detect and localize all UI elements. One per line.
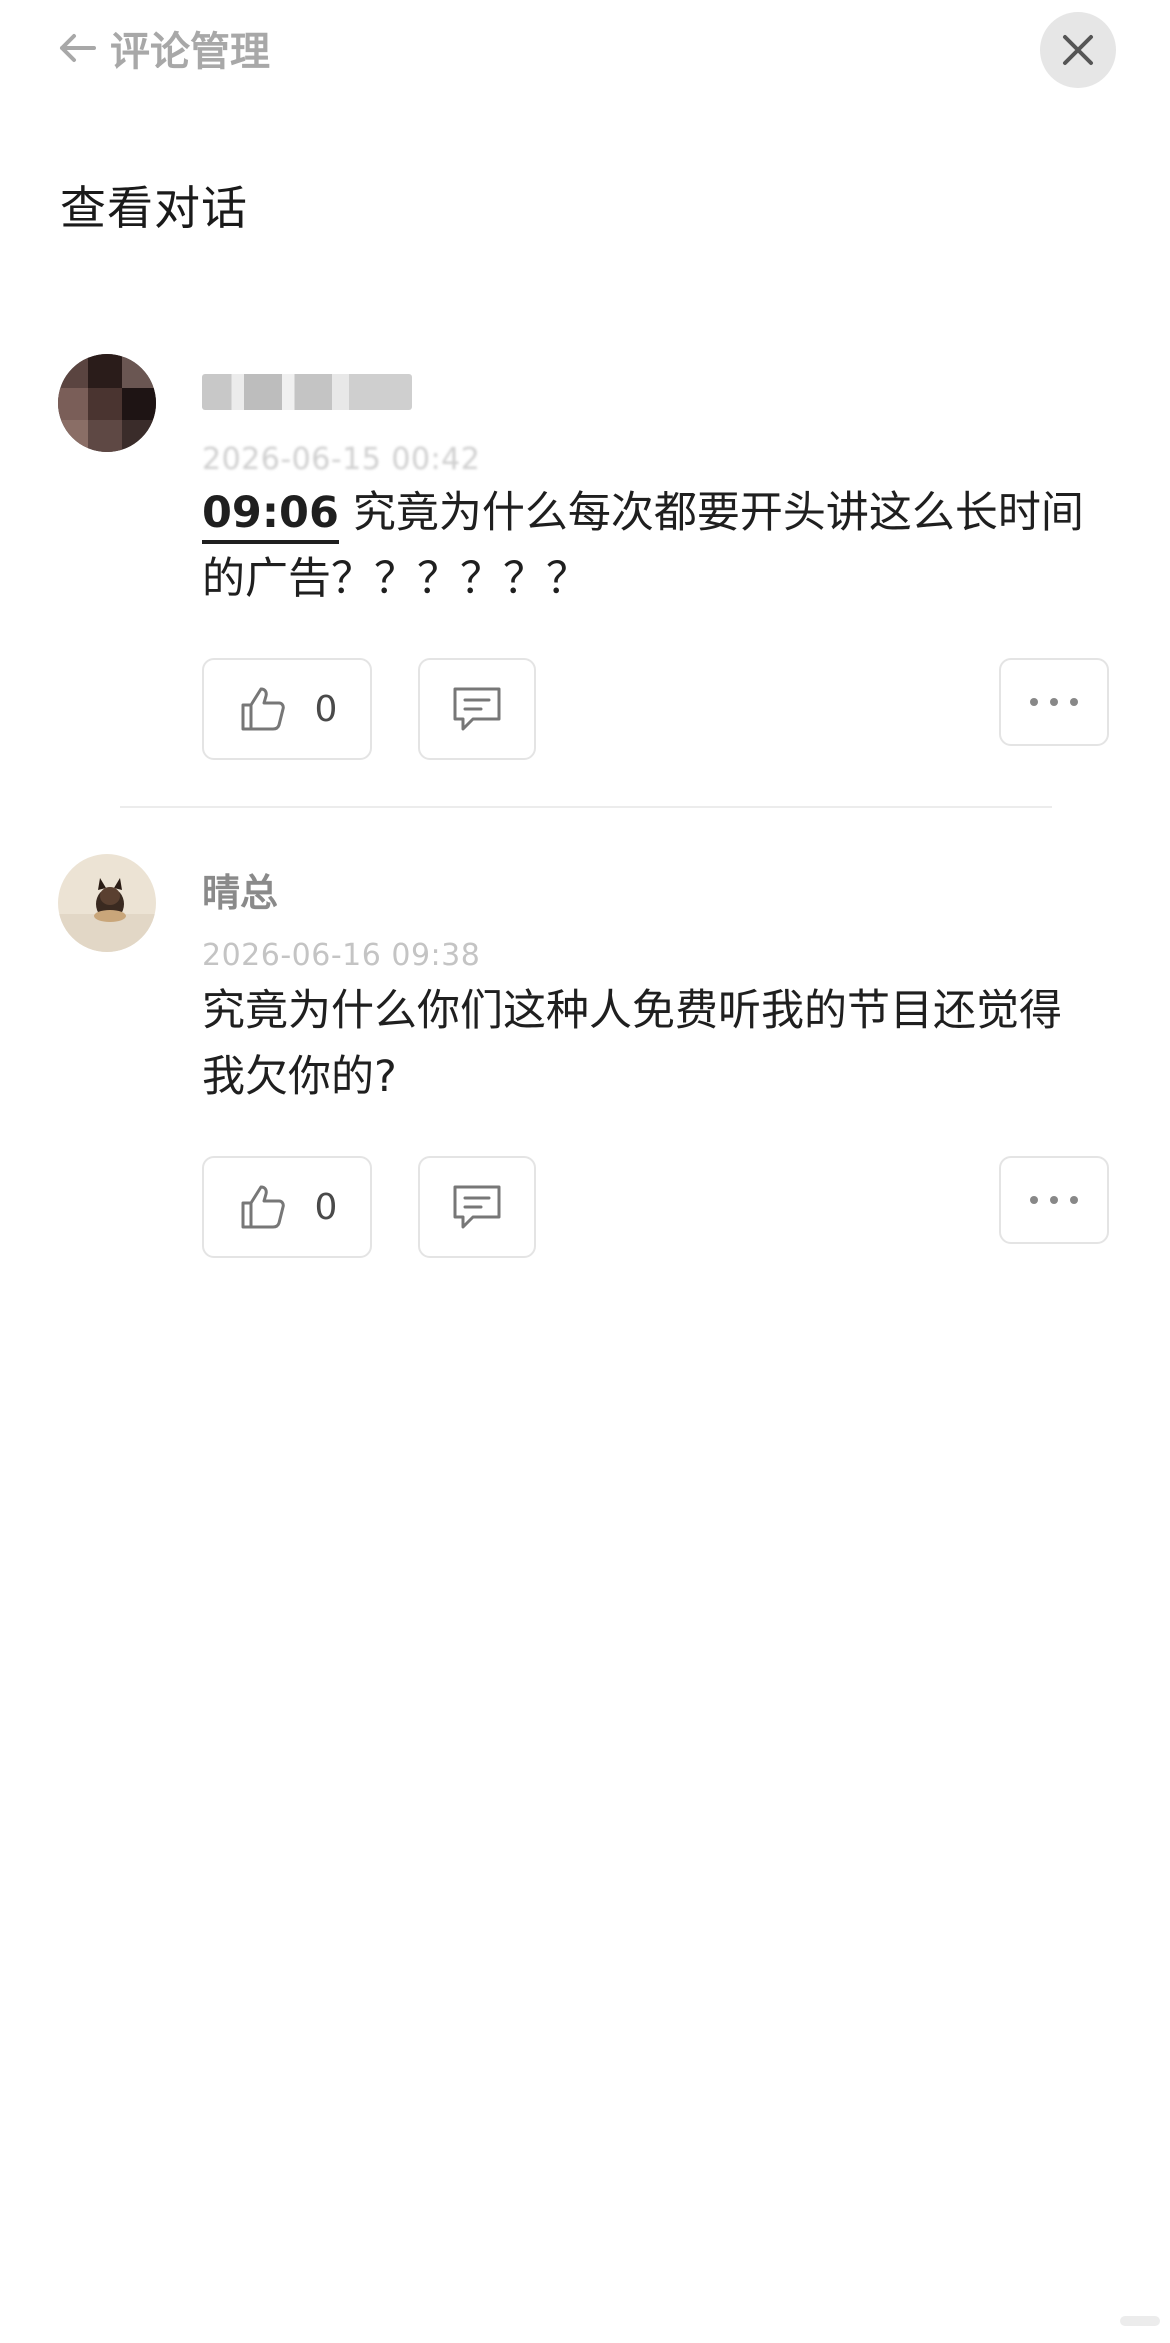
time-link[interactable]: 09:06: [202, 488, 339, 544]
username[interactable]: 晴总: [202, 862, 278, 917]
back-button[interactable]: 评论管理: [58, 18, 270, 78]
close-icon: [1063, 35, 1093, 65]
page-title: 查看对话: [60, 181, 248, 235]
more-icon: [1030, 1196, 1078, 1204]
comment-text: 究竟为什么你们这种人免费听我的节目还觉得我欠你的?: [202, 986, 1062, 1102]
arrow-left-icon: [60, 34, 96, 62]
avatar[interactable]: [58, 354, 156, 452]
thumbs-up-icon: [241, 687, 285, 731]
more-icon: [1030, 698, 1078, 706]
comment-icon: [453, 1185, 501, 1229]
comment-timestamp: 2026-06-16 09:38: [202, 938, 481, 973]
comment-timestamp: 2026-06-15 00:42: [202, 442, 481, 477]
back-label: 评论管理: [110, 29, 270, 75]
username[interactable]: [202, 374, 412, 410]
avatar-image: [58, 354, 156, 452]
like-button[interactable]: 0: [202, 658, 372, 760]
like-count: 0: [314, 1186, 338, 1228]
more-button[interactable]: [999, 658, 1109, 746]
comment-icon: [453, 687, 501, 731]
like-count: 0: [314, 688, 338, 730]
like-button[interactable]: 0: [202, 1156, 372, 1258]
reply-button[interactable]: [418, 658, 536, 760]
avatar[interactable]: [58, 854, 156, 952]
conversation-page: 评论管理 查看对话 2026-06-15 00:42 09:06 究竟为什么每次…: [0, 0, 1170, 2343]
comment-text: 09:06 究竟为什么每次都要开头讲这么长时间的广告？？？？？？: [202, 480, 1102, 612]
divider: [120, 806, 1052, 808]
username-redacted: [202, 374, 412, 410]
more-button[interactable]: [999, 1156, 1109, 1244]
avatar-image: [58, 854, 156, 952]
close-button[interactable]: [1040, 12, 1116, 88]
thumbs-up-icon: [241, 1185, 285, 1229]
reply-button[interactable]: [418, 1156, 536, 1258]
home-indicator: [1120, 2316, 1160, 2326]
